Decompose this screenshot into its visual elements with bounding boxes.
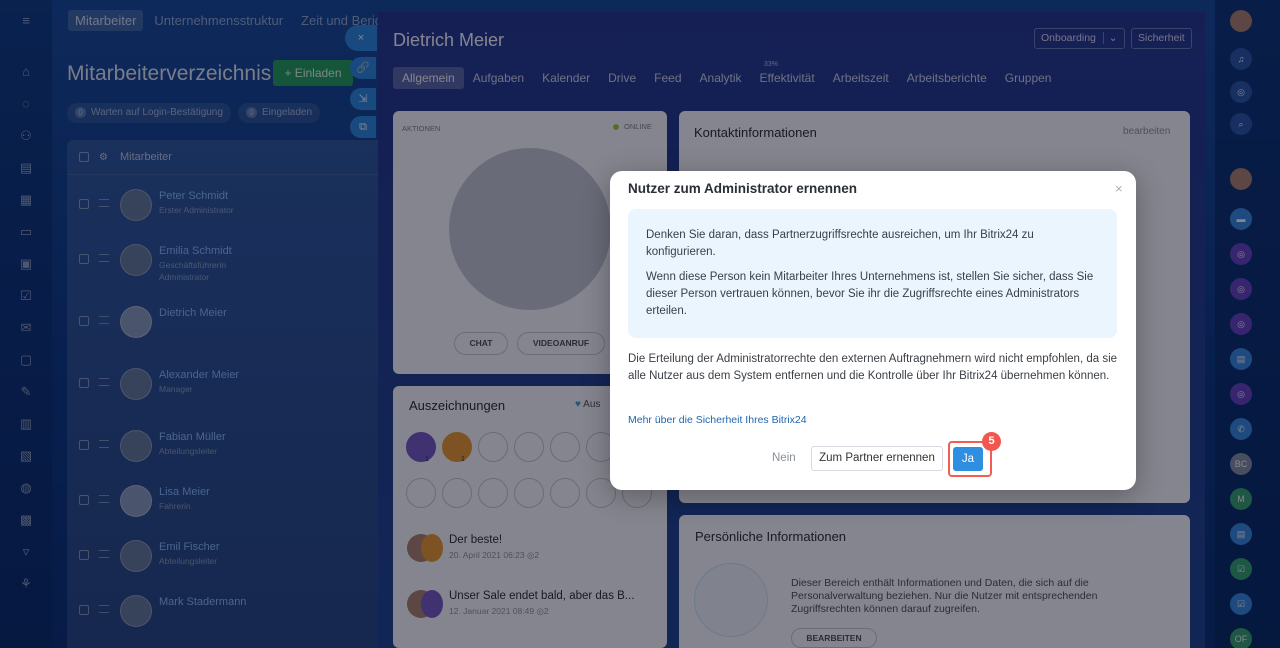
info-text: Denken Sie daran, dass Partnerzugriffsre… (646, 229, 1034, 258)
info-box: Denken Sie daran, dass Partnerzugriffsre… (628, 209, 1117, 338)
step-badge: 5 (982, 432, 1001, 451)
admin-dialog: Nutzer zum Administrator ernennen × Denk… (610, 171, 1136, 490)
close-icon[interactable]: × (1115, 181, 1123, 196)
info-text: Wenn diese Person kein Mitarbeiter Ihres… (646, 271, 1094, 317)
warning-text: Die Erteilung der Administratorrechte de… (628, 353, 1118, 382)
yes-button[interactable]: Ja (953, 447, 983, 471)
security-link[interactable]: Mehr über die Sicherheit Ihres Bitrix24 (628, 414, 807, 426)
no-button[interactable]: Nein (772, 452, 796, 464)
make-partner-button[interactable]: Zum Partner ernennen (811, 446, 943, 471)
dialog-title: Nutzer zum Administrator ernennen (628, 181, 858, 196)
